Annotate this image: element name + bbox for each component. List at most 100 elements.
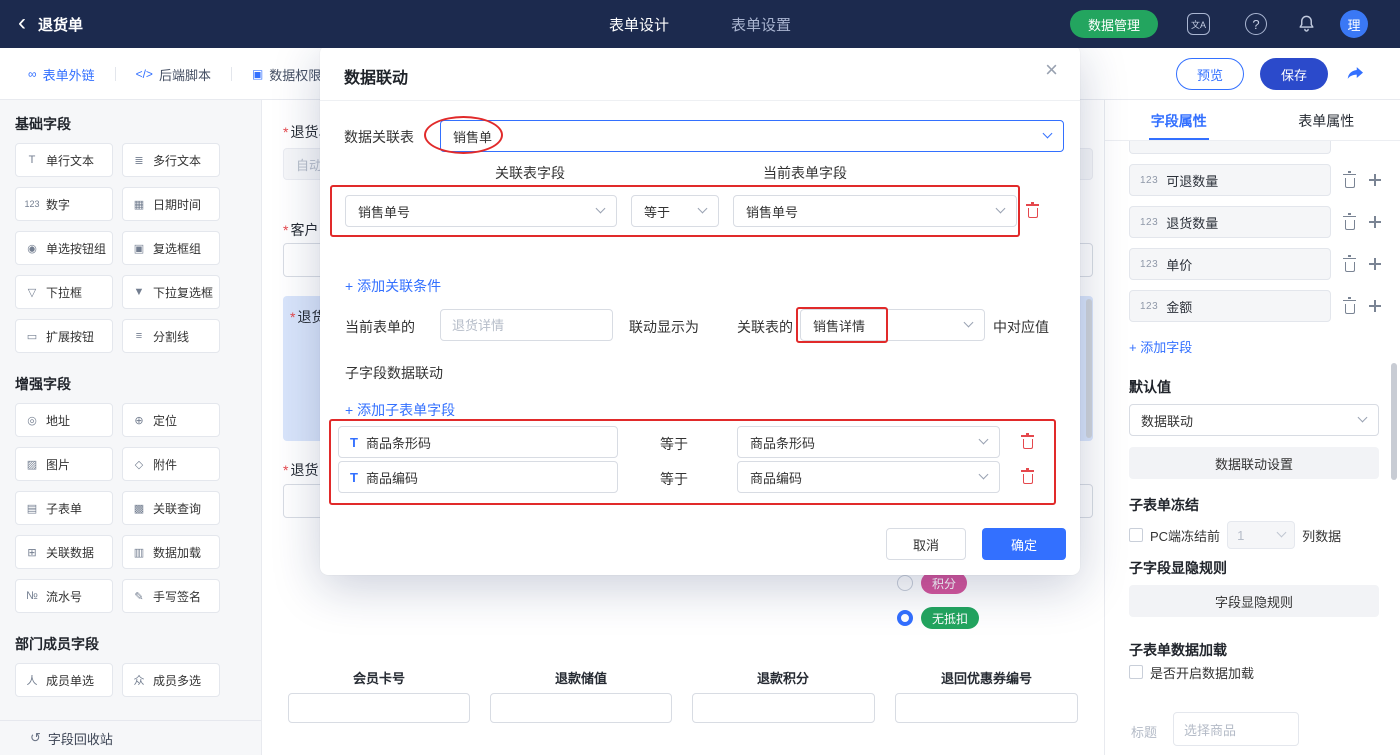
field-button-label: 附件 — [153, 456, 177, 473]
confirm-button[interactable]: 确定 — [982, 528, 1066, 560]
member-card-input[interactable] — [288, 693, 470, 723]
radio-option-points[interactable]: 积分 — [897, 572, 967, 594]
field-button-single-line-text[interactable]: T单行文本 — [15, 143, 113, 177]
subfield-delete-icon-0[interactable] — [1023, 434, 1033, 449]
save-button[interactable]: 保存 — [1260, 58, 1328, 90]
move-field-icon[interactable] — [1369, 300, 1381, 312]
subfield-delete-icon-1[interactable] — [1023, 469, 1033, 484]
field-button-location[interactable]: ⊕定位 — [122, 403, 220, 437]
delete-field-icon[interactable] — [1345, 299, 1355, 314]
freeze-count-select[interactable]: 1 — [1227, 521, 1295, 549]
panel-scrollbar[interactable] — [1391, 363, 1397, 480]
subfield-field-input-1[interactable]: T 商品编码 — [338, 461, 618, 493]
field-button-label: 成员多选 — [153, 672, 201, 689]
signature-icon: ✎ — [131, 590, 147, 603]
field-button-label: 成员单选 — [46, 672, 94, 689]
pc-freeze-checkbox[interactable] — [1129, 528, 1143, 542]
add-field-link[interactable]: + 添加字段 — [1129, 337, 1192, 356]
refund-stored-value-input[interactable] — [490, 693, 672, 723]
subfield-target-select-0[interactable]: 商品条形码 — [737, 426, 1000, 458]
data-permission-button[interactable]: ▣ 数据权限 — [252, 65, 321, 84]
field-button-address[interactable]: ◎地址 — [15, 403, 113, 437]
delete-field-icon[interactable] — [1345, 173, 1355, 188]
title-value-box[interactable]: 选择商品 — [1173, 712, 1299, 746]
text-icon: T — [350, 470, 358, 485]
relation-table-select[interactable]: 销售单 — [440, 120, 1064, 152]
close-icon[interactable]: × — [1045, 59, 1058, 81]
current-form-field-input[interactable] — [440, 309, 613, 341]
radio-option-no-deduction[interactable]: 无抵扣 — [897, 607, 979, 629]
field-item-return-qty[interactable]: 123退货数量 — [1129, 206, 1331, 238]
linkage-settings-button[interactable]: 数据联动设置 — [1129, 447, 1379, 479]
property-panel: 字段属性 表单属性 123可退数量 123退货数量 123单价 123金额 + … — [1104, 100, 1400, 755]
field-button-serial-number[interactable]: №流水号 — [15, 579, 113, 613]
field-button-radio-group[interactable]: ◉单选按钮组 — [15, 231, 113, 265]
field-button-member-multi[interactable]: 众成员多选 — [122, 663, 220, 697]
radio-icon[interactable] — [897, 575, 913, 591]
delete-field-icon[interactable] — [1345, 215, 1355, 230]
field-row: 123单价 — [1129, 248, 1383, 280]
field-button-data-load[interactable]: ▥数据加载 — [122, 535, 220, 569]
avatar[interactable]: 理 — [1340, 10, 1368, 38]
field-button-extend-button[interactable]: ▭扩展按钮 — [15, 319, 113, 353]
tab-field-properties[interactable]: 字段属性 — [1105, 100, 1253, 140]
field-button-datetime[interactable]: ▦日期时间 — [122, 187, 220, 221]
subfield-target-select-1[interactable]: 商品编码 — [737, 461, 1000, 493]
field-button-related-data[interactable]: ⊞关联数据 — [15, 535, 113, 569]
delete-field-icon[interactable] — [1345, 257, 1355, 272]
field-button-image[interactable]: ▨图片 — [15, 447, 113, 481]
related-field-select[interactable]: 销售详情 — [800, 309, 985, 341]
tab-form-design[interactable]: 表单设计 — [609, 14, 669, 35]
tab-form-settings[interactable]: 表单设置 — [731, 14, 791, 35]
topbar-tabs: 表单设计 表单设置 — [609, 0, 791, 48]
back-icon[interactable]: ‹ — [18, 11, 26, 35]
field-button-signature[interactable]: ✎手写签名 — [122, 579, 220, 613]
column-header-current-field: 当前表单字段 — [725, 163, 885, 183]
move-field-icon[interactable] — [1369, 174, 1381, 186]
modal-header: 数据联动 × — [320, 45, 1080, 101]
field-button-number[interactable]: 123数字 — [15, 187, 113, 221]
share-icon[interactable] — [1345, 63, 1366, 88]
field-button-checkbox-group[interactable]: ▣复选框组 — [122, 231, 220, 265]
form-external-link-button[interactable]: ∞ 表单外链 — [28, 65, 95, 84]
visibility-rules-button[interactable]: 字段显隐规则 — [1129, 585, 1379, 617]
add-subfield-link[interactable]: + 添加子表单字段 — [345, 400, 455, 420]
condition-field-select[interactable]: 销售单号 — [345, 195, 617, 227]
field-button-subform[interactable]: ▤子表单 — [15, 491, 113, 525]
field-item-unit-price[interactable]: 123单价 — [1129, 248, 1331, 280]
field-button-related-query[interactable]: ▩关联查询 — [122, 491, 220, 525]
field-button-divider[interactable]: ≡分割线 — [122, 319, 220, 353]
subfield-linkage-title: 子字段数据联动 — [345, 363, 443, 383]
label-member-card: 会员卡号 — [288, 668, 470, 687]
coupon-number-input[interactable] — [895, 693, 1078, 723]
field-button-multi-line-text[interactable]: ≣多行文本 — [122, 143, 220, 177]
move-field-icon[interactable] — [1369, 258, 1381, 270]
move-field-icon[interactable] — [1369, 216, 1381, 228]
subfield-visibility-title: 子字段显隐规则 — [1129, 558, 1227, 578]
condition-target-select[interactable]: 销售单号 — [733, 195, 1017, 227]
default-value-select[interactable]: 数据联动 — [1129, 404, 1379, 436]
cancel-button[interactable]: 取消 — [886, 528, 966, 560]
field-item-amount[interactable]: 123金额 — [1129, 290, 1331, 322]
preview-button[interactable]: 预览 — [1176, 58, 1244, 90]
field-item-returnable-qty[interactable]: 123可退数量 — [1129, 164, 1331, 196]
condition-operator-select[interactable]: 等于 — [631, 195, 719, 227]
field-button-member-single[interactable]: 人成员单选 — [15, 663, 113, 697]
help-icon[interactable]: ? — [1245, 13, 1267, 35]
language-icon[interactable]: 文A — [1187, 13, 1210, 35]
radio-checked-icon[interactable] — [897, 610, 913, 626]
field-button-select[interactable]: ▽下拉框 — [15, 275, 113, 309]
data-manage-button[interactable]: 数据管理 — [1070, 10, 1158, 38]
backend-script-button[interactable]: </> 后端脚本 — [136, 65, 211, 84]
notification-bell-icon[interactable] — [1297, 14, 1316, 38]
field-recycle-bin[interactable]: ↺ 字段回收站 — [0, 720, 261, 755]
condition-delete-icon[interactable] — [1028, 203, 1038, 218]
add-condition-link[interactable]: + 添加关联条件 — [345, 276, 441, 296]
subfield-field-input-0[interactable]: T 商品条形码 — [338, 426, 618, 458]
data-load-checkbox[interactable] — [1129, 665, 1143, 679]
field-button-attachment[interactable]: ◇附件 — [122, 447, 220, 481]
subform-scrollbar[interactable] — [1086, 299, 1092, 438]
tab-form-properties[interactable]: 表单属性 — [1253, 100, 1400, 140]
field-button-multi-select[interactable]: ▼下拉复选框 — [122, 275, 220, 309]
refund-points-input[interactable] — [692, 693, 875, 723]
